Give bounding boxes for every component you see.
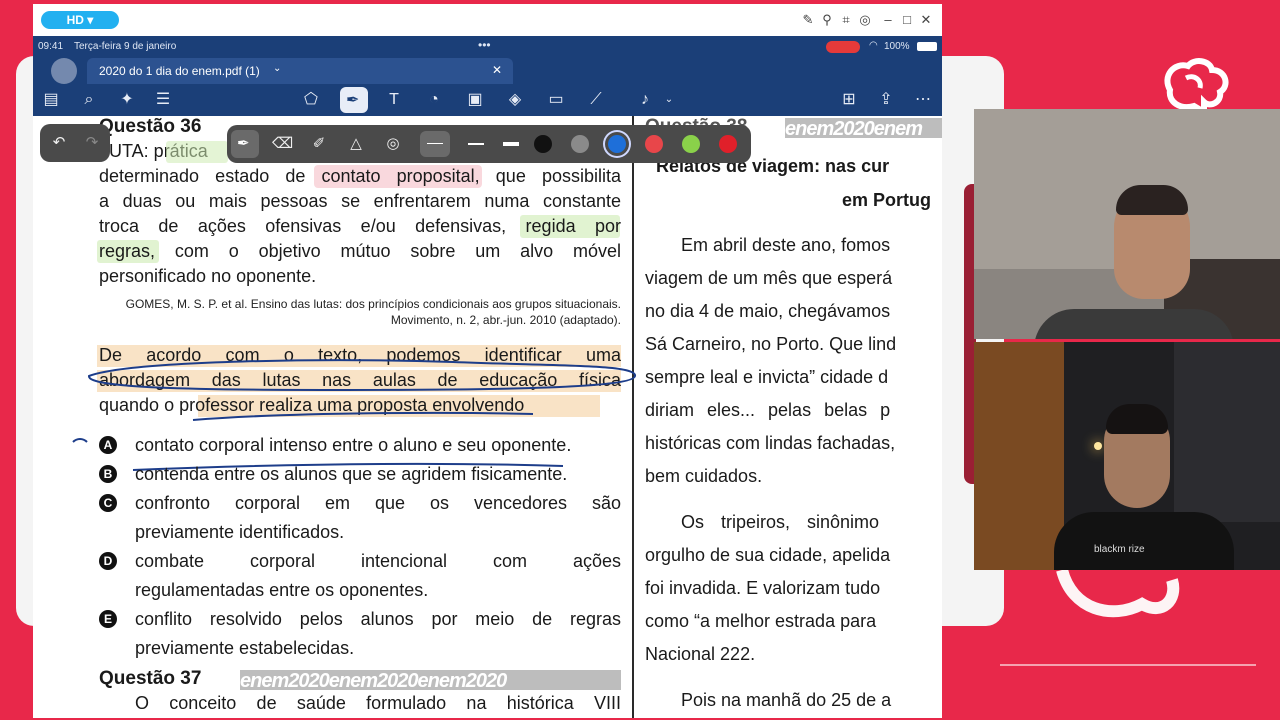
cam2-window: [1174, 342, 1280, 522]
option-b-text[interactable]: contenda entre os alunos que se agridem …: [135, 464, 621, 485]
q38-p2-line-1: Os tripeiros, sinônimo: [681, 512, 880, 532]
option-c-text-1[interactable]: confronto corporal em que os vencedores …: [135, 493, 621, 514]
option-a-badge[interactable]: A: [99, 436, 117, 454]
cam2-warm-wall: [974, 342, 1064, 570]
brand-logo-icon: [1164, 58, 1229, 114]
stream-divider-line: [1000, 664, 1256, 666]
question38-title-2: em Portug: [842, 190, 932, 210]
q38-p1-line-8: bem cuidados.: [645, 466, 763, 486]
q38-p1-line-7: históricas com lindas fachadas,: [645, 433, 896, 453]
question37-watermark: enem2020enem2020enem2020: [240, 670, 621, 690]
cam2-shirt-text: blackm rize: [1094, 544, 1145, 555]
fountain-pen-icon: ✒: [237, 135, 250, 152]
color-swatch-black[interactable]: [534, 135, 552, 153]
color-swatch-gray[interactable]: [571, 135, 589, 153]
q38-p2-line-2: orgulho de sua cidade, apelida: [645, 545, 891, 565]
ruler-pen-icon[interactable]: △: [346, 134, 366, 154]
question37-first-line: O conceito de saúde formulado na históri…: [135, 693, 621, 713]
webcam-feed-1: [974, 109, 1280, 339]
thin-line-icon: [427, 143, 443, 144]
q38-p2-line-3: foi invadida. E valorizam tudo: [645, 578, 881, 598]
q38-p1-line-4: Sá Carneiro, no Porto. Que lind: [645, 334, 897, 354]
undo-icon[interactable]: ↶: [49, 133, 69, 153]
question37-heading: Questão 37: [99, 668, 202, 689]
q38-p2-line-5: Nacional 222.: [645, 644, 756, 664]
q38-p3-line-1: Pois na manhã do 25 de a: [681, 690, 892, 710]
option-d-text-2[interactable]: regulamentadas entre os oponentes.: [135, 580, 428, 601]
q38-p1-line-3: no dia 4 de maio, chegávamos: [645, 301, 891, 321]
undo-redo-pill: ↶ ↷: [40, 124, 110, 162]
option-e-badge[interactable]: E: [99, 610, 117, 628]
color-swatch-dark-red[interactable]: [719, 135, 737, 153]
stroke-thin[interactable]: [420, 131, 450, 157]
option-e-text-2[interactable]: previamente estabelecidas.: [135, 638, 354, 659]
q38-p1-line-1: Em abril deste ano, fomos: [681, 235, 891, 255]
option-b-badge[interactable]: B: [99, 465, 117, 483]
q38-p1-line-2: viagem de um mês que esperá: [645, 268, 893, 288]
q38-p2-line-4: como “a melhor estrada para: [645, 611, 877, 631]
cam2-person-hair: [1106, 404, 1168, 434]
stroke-medium[interactable]: [468, 143, 484, 145]
cam1-person-hair: [1116, 185, 1188, 215]
stroke-thick[interactable]: [503, 142, 519, 146]
option-d-text-1[interactable]: combate corporal intencional com ações: [135, 551, 621, 572]
cam2-person-shirt: [1054, 512, 1234, 570]
pen-tools-bar: ✒ ⌫ ✐ △ ◎: [227, 125, 751, 163]
lasso-icon[interactable]: ◎: [383, 134, 403, 154]
eraser-icon[interactable]: ⌫: [272, 134, 293, 154]
color-swatch-blue[interactable]: [608, 135, 626, 153]
webcam-feed-2: blackm rize: [974, 342, 1280, 570]
pdf-reader-window: HD ▾ ✎ ⚲ ⌗ ◎ – □ ✕ 09:41 Terça-feira 9 d…: [33, 4, 942, 718]
q38-p1-line-5: sempre leal e invicta” cidade d: [645, 367, 889, 387]
option-e-text-1[interactable]: conflito resolvido pelos alunos por meio…: [135, 609, 621, 630]
q38-p1-line-6: diriam eles... pelas belas p: [645, 400, 891, 420]
option-c-badge[interactable]: C: [99, 494, 117, 512]
cam1-person-shoulders: [1034, 309, 1234, 339]
question38-watermark: enem2020enem: [785, 118, 942, 138]
option-d-badge[interactable]: D: [99, 552, 117, 570]
option-a-text[interactable]: contato corporal intenso entre o aluno e…: [135, 435, 621, 456]
redo-icon[interactable]: ↷: [82, 133, 102, 153]
option-c-text-2[interactable]: previamente identificados.: [135, 522, 344, 543]
color-swatch-green[interactable]: [682, 135, 700, 153]
highlighter-icon[interactable]: ✐: [309, 134, 329, 154]
fountain-pen-tool[interactable]: ✒: [231, 130, 259, 158]
cam2-lamp: [1094, 442, 1102, 450]
color-swatch-red[interactable]: [645, 135, 663, 153]
